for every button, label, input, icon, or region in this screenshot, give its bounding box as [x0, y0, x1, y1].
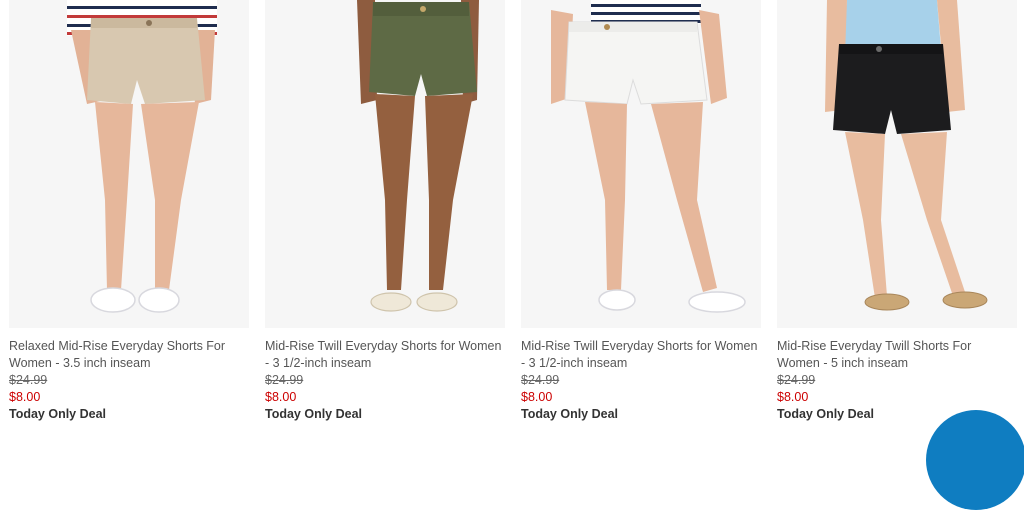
product-grid: Relaxed Mid-Rise Everyday Shorts For Wom…	[9, 0, 1017, 423]
product-name[interactable]: Mid-Rise Everyday Twill Shorts For Women…	[777, 338, 1017, 372]
sale-price: $8.00	[265, 390, 297, 404]
deal-badge: Today Only Deal	[9, 407, 107, 421]
product-image[interactable]	[521, 0, 761, 328]
original-price: $24.99	[265, 373, 304, 387]
product-image[interactable]	[265, 0, 505, 328]
product-name[interactable]: Mid-Rise Twill Everyday Shorts for Women…	[265, 338, 505, 372]
sale-price: $8.00	[777, 390, 809, 404]
product-card[interactable]: Mid-Rise Twill Everyday Shorts for Women…	[265, 0, 505, 423]
original-price: $24.99	[777, 373, 816, 387]
product-image[interactable]	[777, 0, 1017, 328]
product-name[interactable]: Relaxed Mid-Rise Everyday Shorts For Wom…	[9, 338, 249, 372]
sale-price: $8.00	[521, 390, 553, 404]
product-card[interactable]: Mid-Rise Everyday Twill Shorts For Women…	[777, 0, 1017, 423]
original-price: $24.99	[521, 373, 560, 387]
product-image[interactable]	[9, 0, 249, 328]
deal-badge: Today Only Deal	[265, 407, 363, 421]
original-price: $24.99	[9, 373, 48, 387]
chat-bubble-icon[interactable]	[926, 410, 1024, 510]
product-name[interactable]: Mid-Rise Twill Everyday Shorts for Women…	[521, 338, 761, 372]
sale-price: $8.00	[9, 390, 41, 404]
striped-shirt-graphic	[591, 0, 701, 24]
light-blue-blouse-graphic	[843, 0, 941, 50]
shorts-shape	[87, 18, 205, 104]
product-card[interactable]: Mid-Rise Twill Everyday Shorts for Women…	[521, 0, 761, 423]
deal-badge: Today Only Deal	[521, 407, 619, 421]
product-card[interactable]: Relaxed Mid-Rise Everyday Shorts For Wom…	[9, 0, 249, 423]
